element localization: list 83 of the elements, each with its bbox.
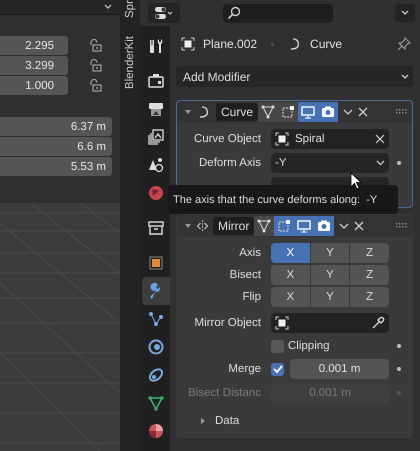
mirror-icon (197, 220, 208, 232)
axis-toggle-button[interactable]: Y (310, 243, 350, 263)
expand-arrow-icon[interactable] (184, 108, 192, 116)
box-icon[interactable] (147, 219, 165, 237)
axis-toggle-button[interactable]: Z (350, 265, 390, 285)
number-field[interactable]: 1.000 (0, 76, 68, 95)
number-field[interactable]: 0.001 m (290, 359, 389, 379)
axis-toggle-button[interactable]: Z (350, 243, 390, 263)
triangle-mesh-icon[interactable] (147, 394, 165, 412)
object-name: Plane.002 (203, 37, 258, 51)
printer-icon[interactable] (147, 100, 165, 118)
camera-icon[interactable] (147, 72, 165, 90)
field-label: Merge (227, 363, 262, 375)
options-dropdown[interactable] (395, 4, 415, 22)
field-label: Curve Object (192, 133, 262, 145)
field-label: Axis (238, 247, 262, 259)
caret-icon[interactable] (401, 10, 409, 16)
object-field[interactable] (271, 313, 389, 333)
sphere-icon[interactable] (147, 422, 165, 440)
shapes-icon[interactable] (147, 156, 165, 174)
caret-icon[interactable] (376, 160, 385, 166)
axis-toggle-button[interactable]: Y (310, 287, 350, 307)
keyframe-dot-icon[interactable] (397, 161, 401, 165)
mouse-cursor-icon (350, 172, 362, 190)
search-field[interactable] (223, 4, 333, 22)
field-label: Flip (241, 291, 262, 303)
axis-dropdown[interactable]: -Y (271, 153, 389, 173)
field-label: Deform Axis (198, 157, 262, 169)
images-icon[interactable] (147, 128, 165, 146)
orbit-icon[interactable] (147, 366, 165, 384)
ring-icon[interactable] (147, 338, 165, 356)
drag-handle-icon[interactable] (396, 223, 408, 229)
axis-toggle-button[interactable]: Z (350, 287, 390, 307)
data-name: Curve (310, 37, 342, 51)
keyframe-dot-icon[interactable] (397, 344, 401, 348)
expand-arrow-icon[interactable] (199, 417, 207, 425)
checkbox[interactable] (271, 340, 284, 352)
keyframe-dot-icon[interactable] (397, 367, 401, 371)
expand-arrow-icon[interactable] (184, 222, 192, 230)
caret-icon[interactable] (343, 108, 354, 116)
caret-icon[interactable] (401, 74, 409, 80)
curve-icon (197, 105, 211, 119)
object-field[interactable]: Spiral (271, 129, 389, 149)
caret-icon[interactable] (104, 4, 112, 10)
field-label: Bisect (228, 269, 262, 281)
add-modifier-dropdown[interactable]: Add Modifier (176, 66, 413, 87)
object-icon (275, 132, 289, 146)
drag-handle-icon[interactable] (396, 109, 408, 115)
close-icon[interactable] (354, 221, 364, 231)
dimension-field[interactable]: 5.53 m (0, 157, 112, 176)
editor-type-button[interactable] (148, 3, 180, 23)
subpanel-header[interactable]: Data (177, 411, 412, 431)
caret-icon[interactable] (339, 222, 350, 230)
dimension-field[interactable]: 6.37 m (0, 117, 112, 136)
axis-toggle-button[interactable]: X (271, 243, 310, 263)
field-label: Bisect Distanc (187, 387, 262, 399)
object-icon (275, 316, 289, 330)
axis-toggle-button[interactable]: X (271, 287, 310, 307)
checkbox-label: Clipping (288, 340, 330, 352)
lock-icon[interactable] (90, 79, 102, 92)
close-icon[interactable] (358, 107, 368, 117)
square-icon[interactable] (147, 254, 165, 272)
search-icon (227, 6, 241, 20)
globe-icon[interactable] (147, 184, 165, 202)
dimension-field[interactable]: 6.6 m (0, 137, 112, 156)
field-label: Mirror Object (194, 317, 262, 329)
modifier-name-field[interactable]: Curve (216, 103, 258, 121)
lock-icon[interactable] (90, 59, 102, 72)
pin-icon[interactable] (397, 37, 411, 51)
eyedropper-icon[interactable] (371, 316, 385, 330)
close-icon[interactable] (375, 134, 385, 144)
number-field[interactable]: 3.299 (0, 56, 68, 75)
object-icon (181, 37, 195, 51)
number-field[interactable]: 2.295 (0, 36, 68, 55)
editor-type-icon[interactable] (154, 6, 174, 20)
tools-icon[interactable] (147, 37, 165, 55)
tooltip: The axis that the curve deforms along: -Y (168, 185, 398, 214)
axis-toggle-button[interactable]: X (271, 265, 310, 285)
axis-toggle-button[interactable]: Y (310, 265, 350, 285)
nodes-icon[interactable] (147, 310, 165, 328)
checkbox[interactable] (271, 362, 284, 376)
modifier-name-field[interactable]: Mirror (213, 217, 254, 235)
lock-icon[interactable] (90, 39, 102, 52)
